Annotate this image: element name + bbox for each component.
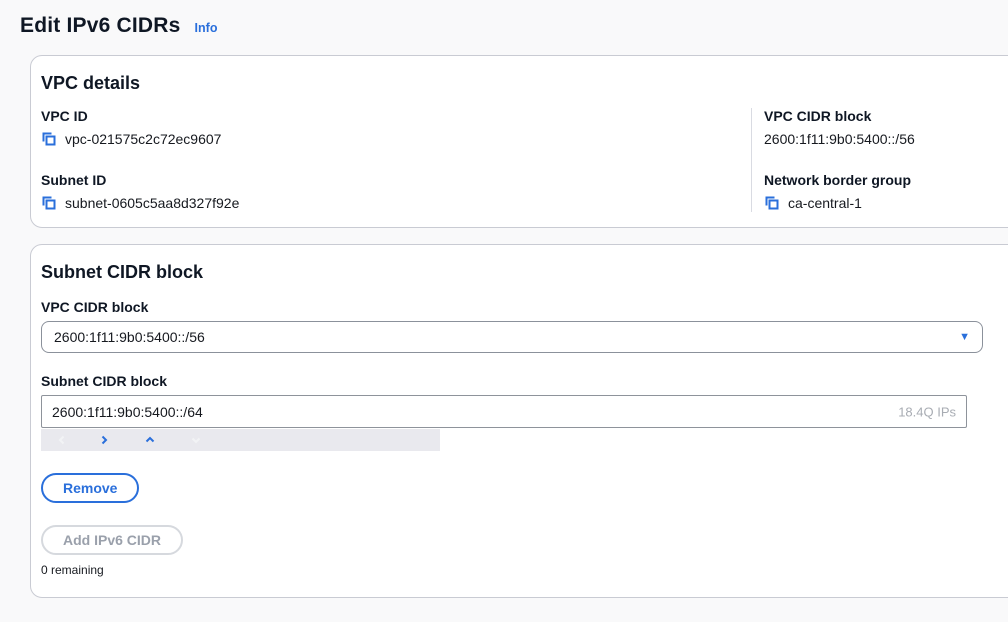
- chevron-left-icon: [57, 435, 67, 445]
- chevron-down-icon: [191, 435, 201, 445]
- network-border-group-label: Network border group: [764, 172, 1008, 188]
- vpc-cidr-label: VPC CIDR block: [764, 108, 1008, 124]
- cidr-stepper: [41, 429, 440, 451]
- network-border-group-value: ca-central-1: [788, 194, 862, 212]
- vpc-details-heading: VPC details: [41, 72, 1008, 94]
- copy-icon[interactable]: [764, 195, 780, 211]
- chevron-up-button[interactable]: [131, 429, 169, 451]
- subnet-cidr-input-label: Subnet CIDR block: [41, 373, 1008, 389]
- remaining-count: 0 remaining: [41, 563, 1008, 577]
- copy-icon[interactable]: [41, 131, 57, 147]
- vpc-id-label: VPC ID: [41, 108, 751, 124]
- network-border-group-field: Network border group ca-central-1: [764, 172, 1008, 212]
- add-ipv6-cidr-button[interactable]: Add IPv6 CIDR: [41, 525, 183, 555]
- subnet-id-field: Subnet ID subnet-0605c5aa8d327f92e: [41, 172, 751, 212]
- vpc-cidr-value: 2600:1f11:9b0:5400::/56: [764, 130, 1008, 148]
- chevron-right-icon: [99, 435, 109, 445]
- chevron-up-icon: [145, 435, 155, 445]
- vpc-cidr-selected-value: 2600:1f11:9b0:5400::/56: [54, 329, 205, 345]
- chevron-down-icon: ▼: [959, 332, 970, 343]
- chevron-down-button[interactable]: [175, 429, 217, 451]
- vpc-cidr-field: VPC CIDR block 2600:1f11:9b0:5400::/56: [764, 108, 1008, 148]
- vpc-id-value: vpc-021575c2c72ec9607: [65, 130, 221, 148]
- vpc-details-card: VPC details VPC ID vpc-021575c2c72ec9607…: [30, 55, 1008, 228]
- chevron-right-button[interactable]: [85, 429, 123, 451]
- vpc-id-field: VPC ID vpc-021575c2c72ec9607: [41, 108, 751, 148]
- info-link[interactable]: Info: [195, 21, 218, 35]
- subnet-cidr-input[interactable]: [41, 395, 967, 428]
- page-header: Edit IPv6 CIDRs Info: [0, 0, 1008, 38]
- page-title: Edit IPv6 CIDRs: [20, 14, 181, 38]
- subnet-cidr-heading: Subnet CIDR block: [41, 261, 1008, 283]
- chevron-left-button[interactable]: [41, 429, 83, 451]
- vpc-cidr-select-label: VPC CIDR block: [41, 299, 1008, 315]
- subnet-id-label: Subnet ID: [41, 172, 751, 188]
- remove-button[interactable]: Remove: [41, 473, 139, 503]
- copy-icon[interactable]: [41, 195, 57, 211]
- subnet-cidr-card: Subnet CIDR block VPC CIDR block 2600:1f…: [30, 244, 1008, 598]
- subnet-id-value: subnet-0605c5aa8d327f92e: [65, 194, 239, 212]
- vpc-cidr-select[interactable]: 2600:1f11:9b0:5400::/56 ▼: [41, 321, 983, 353]
